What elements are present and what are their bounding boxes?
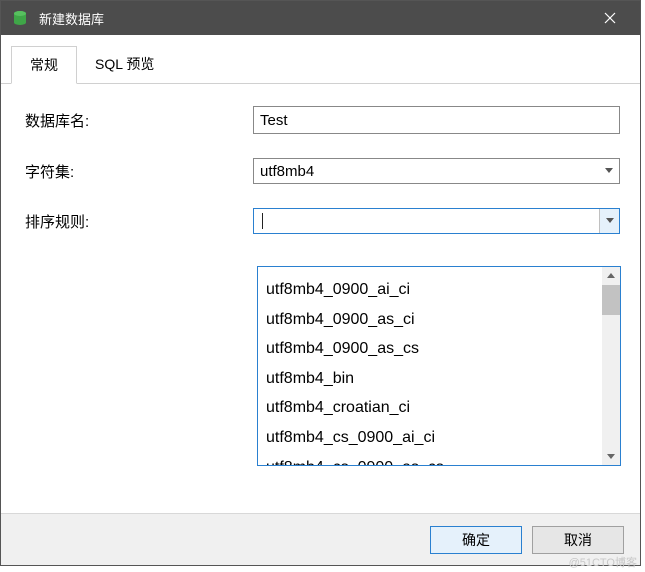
chevron-down-icon <box>607 453 615 459</box>
combo-charset[interactable]: utf8mb4 <box>253 158 620 184</box>
watermark: @51CTO博客 <box>569 554 637 570</box>
label-charset: 字符集: <box>21 161 253 182</box>
chevron-down-icon <box>605 168 613 174</box>
text-cursor <box>262 213 263 229</box>
chevron-up-icon <box>607 273 615 279</box>
row-charset: 字符集: utf8mb4 <box>21 158 620 184</box>
dialog-title: 新建数据库 <box>39 9 590 28</box>
collation-option[interactable]: utf8mb4_0900_as_ci <box>258 305 602 335</box>
scroll-track[interactable] <box>602 285 620 447</box>
close-icon <box>604 12 616 24</box>
combo-charset-value: utf8mb4 <box>254 159 599 183</box>
collation-option[interactable]: utf8mb4_cs_0900_as_cs <box>258 453 602 465</box>
collation-option[interactable]: utf8mb4_0900_as_cs <box>258 334 602 364</box>
combo-collation-value <box>254 209 599 233</box>
input-db-name[interactable] <box>253 106 620 134</box>
scroll-down-button[interactable] <box>602 447 620 465</box>
row-collation: 排序规则: <box>21 208 620 234</box>
tab-sql-preview[interactable]: SQL 预览 <box>77 46 172 84</box>
dialog-window: 新建数据库 常规 SQL 预览 数据库名: 字符集: utf8mb4 <box>0 0 641 566</box>
titlebar: 新建数据库 <box>1 1 640 35</box>
form-content: 数据库名: 字符集: utf8mb4 排序规则: <box>1 84 640 513</box>
collation-option[interactable]: utf8mb4_bin <box>258 364 602 394</box>
collation-option[interactable]: utf8mb4_0900_ai_ci <box>258 275 602 305</box>
ok-button[interactable]: 确定 <box>430 526 522 554</box>
scroll-up-button[interactable] <box>602 267 620 285</box>
collation-option[interactable]: utf8mb4_cs_0900_ai_ci <box>258 423 602 453</box>
close-button[interactable] <box>590 1 630 35</box>
database-icon <box>11 9 29 27</box>
dialog-footer: 确定 取消 <box>1 513 640 565</box>
cancel-button[interactable]: 取消 <box>532 526 624 554</box>
dropdown-scrollbar[interactable] <box>602 267 620 465</box>
tab-bar: 常规 SQL 预览 <box>1 35 640 84</box>
combo-collation[interactable] <box>253 208 620 234</box>
tab-general[interactable]: 常规 <box>11 46 77 84</box>
collation-option[interactable]: utf8mb4_croatian_ci <box>258 393 602 423</box>
collation-option-list: utf8mb4_0900_ai_ci utf8mb4_0900_as_ci ut… <box>258 267 602 465</box>
label-db-name: 数据库名: <box>21 110 253 131</box>
chevron-down-icon <box>606 218 614 224</box>
row-db-name: 数据库名: <box>21 106 620 134</box>
scroll-thumb[interactable] <box>602 285 620 315</box>
combo-collation-caret[interactable] <box>599 209 619 233</box>
label-collation: 排序规则: <box>21 211 253 232</box>
collation-dropdown: utf8mb4_0900_ai_ci utf8mb4_0900_as_ci ut… <box>257 266 621 466</box>
combo-charset-caret[interactable] <box>599 159 619 183</box>
